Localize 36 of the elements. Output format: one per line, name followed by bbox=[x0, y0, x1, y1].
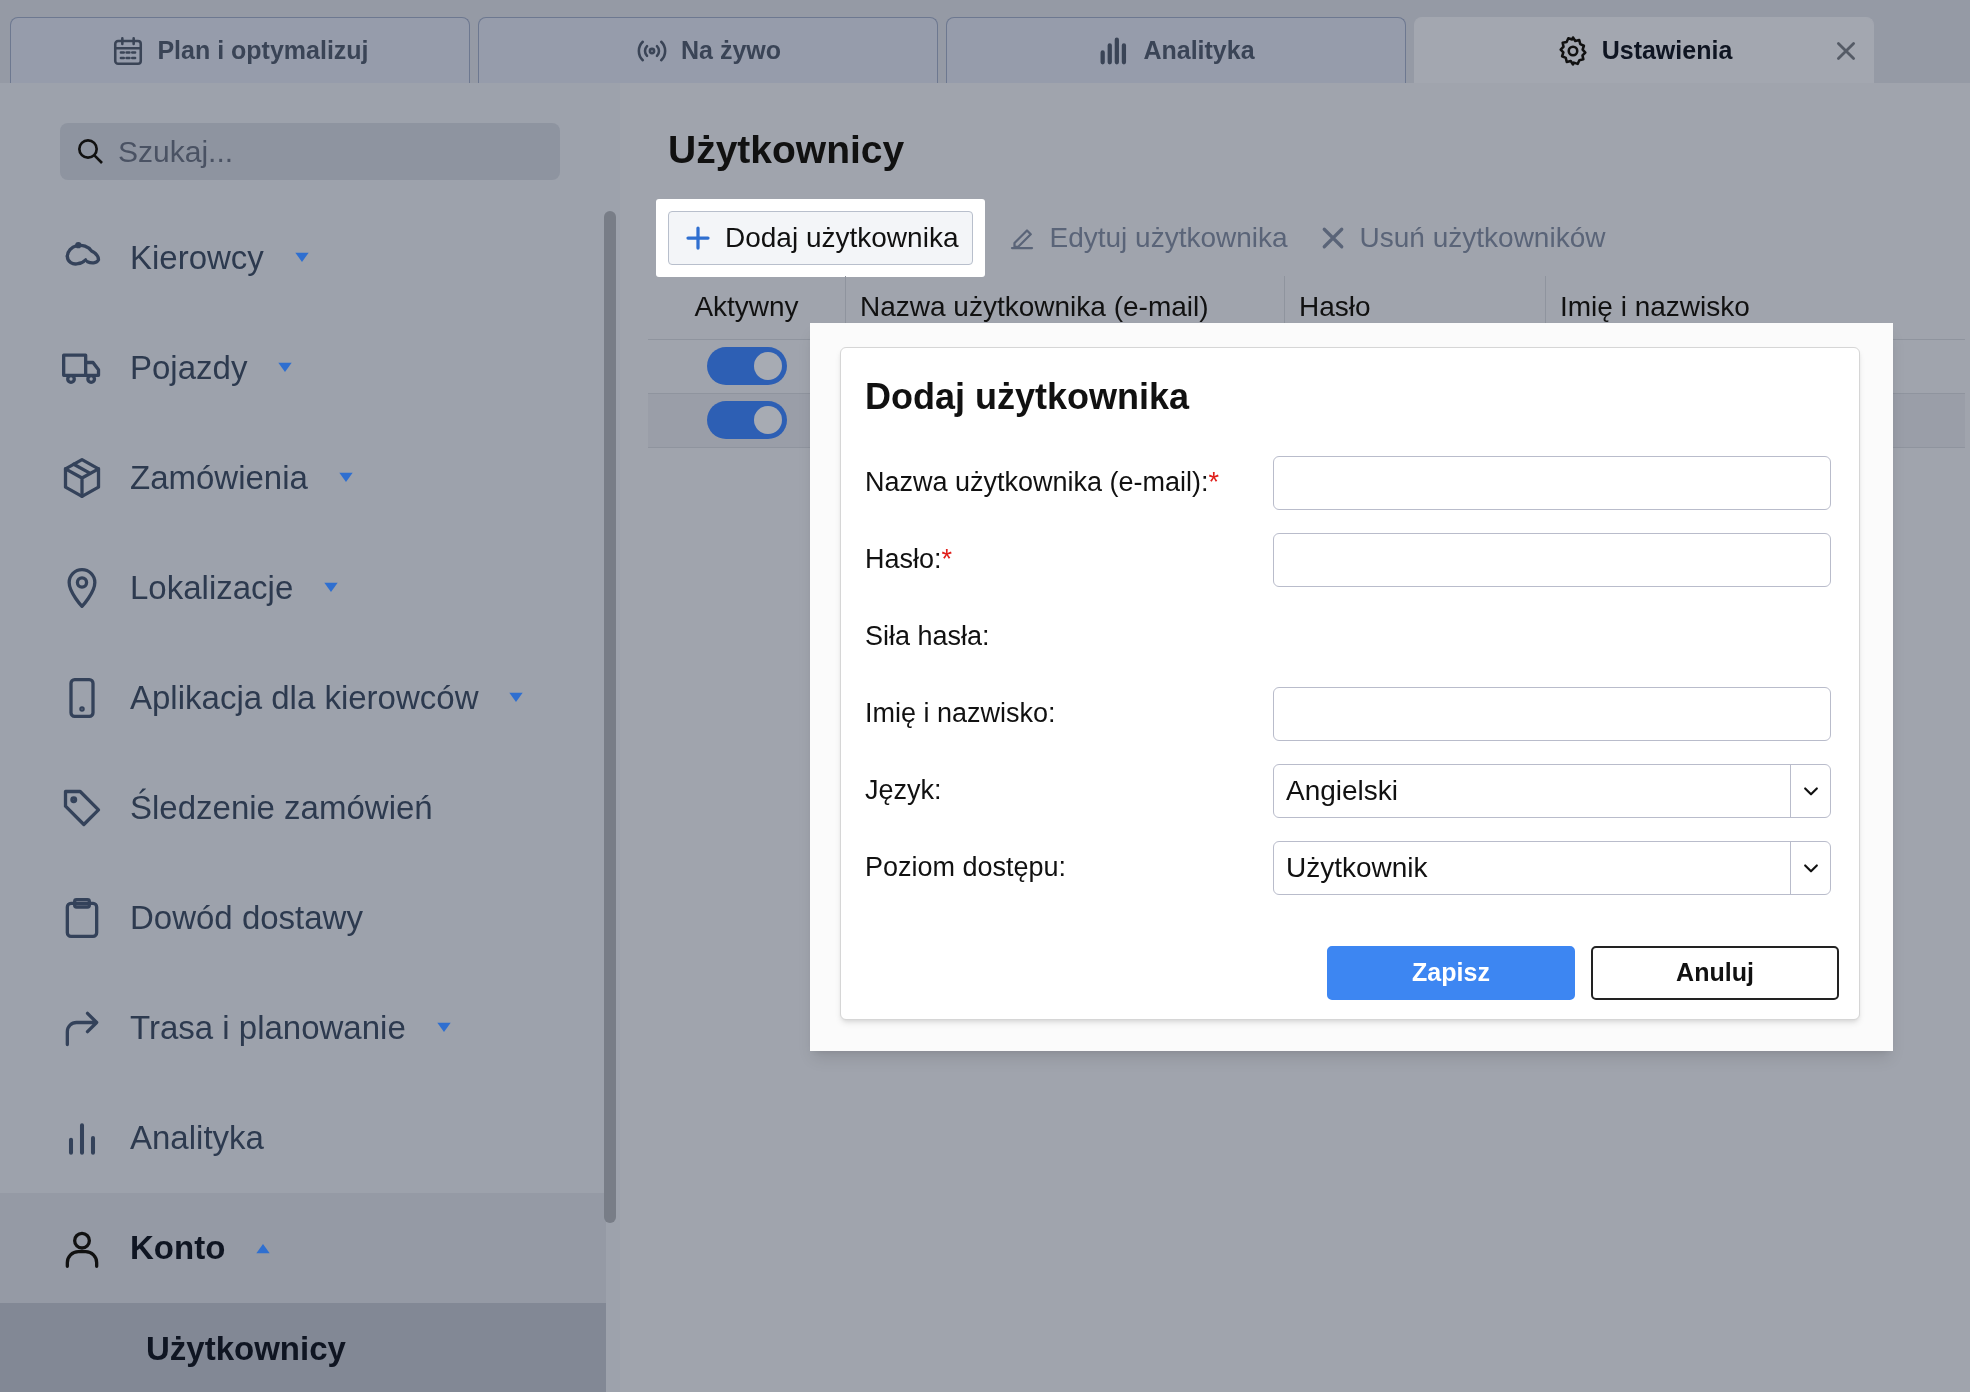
sidebar-item[interactable]: Pojazdy bbox=[0, 313, 606, 423]
field-label: Siła hasła: bbox=[864, 620, 991, 654]
sidebar-item[interactable]: Kierowcy bbox=[0, 203, 606, 313]
tab[interactable]: Analityka bbox=[946, 17, 1406, 83]
tab[interactable]: Plan i optymalizuj bbox=[10, 17, 470, 83]
input-field[interactable] bbox=[1273, 532, 1831, 587]
column-header[interactable]: Aktywny bbox=[648, 275, 845, 339]
sidebar-item[interactable]: Analityka bbox=[0, 1083, 606, 1193]
add-user-button[interactable]: Dodaj użytkownika bbox=[668, 210, 974, 265]
sidebar-subitem[interactable]: Użytkownicy bbox=[0, 1303, 606, 1392]
scrollbar[interactable] bbox=[604, 211, 616, 1223]
dropdown[interactable]: Użytkownik bbox=[1273, 840, 1831, 895]
field-label: Nazwa użytkownika (e-mail):* bbox=[864, 466, 1221, 500]
sidebar-item[interactable]: Konto bbox=[0, 1193, 606, 1303]
sidebar-item[interactable]: Dowód dostawy bbox=[0, 863, 606, 973]
sidebar-item[interactable]: Trasa i planowanie bbox=[0, 973, 606, 1083]
tab[interactable]: Ustawienia bbox=[1414, 17, 1874, 83]
cancel-button[interactable]: Anuluj bbox=[1591, 946, 1839, 1000]
save-button[interactable]: Zapisz bbox=[1327, 946, 1575, 1000]
sidebar-item[interactable]: Lokalizacje bbox=[0, 533, 606, 643]
search-field[interactable]: Szukaj... bbox=[60, 123, 560, 180]
sidebar-item[interactable]: Zamówienia bbox=[0, 423, 606, 533]
sidebar-item[interactable]: Śledzenie zamówień bbox=[0, 753, 606, 863]
field-label: Hasło:* bbox=[864, 543, 954, 577]
input-field[interactable] bbox=[1273, 455, 1831, 510]
input-field[interactable] bbox=[1273, 686, 1831, 741]
toggle-switch[interactable] bbox=[706, 401, 787, 439]
sidebar-item[interactable]: Aplikacja dla kierowców bbox=[0, 643, 606, 753]
field-label: Język: bbox=[864, 774, 943, 808]
page-title: Użytkownicy bbox=[668, 127, 906, 173]
toggle-switch[interactable] bbox=[706, 347, 787, 385]
dialog-title: Dodaj użytkownika bbox=[865, 375, 1191, 419]
field-label: Imię i nazwisko: bbox=[864, 697, 1057, 731]
dropdown[interactable]: Angielski bbox=[1273, 763, 1831, 818]
field-label: Poziom dostępu: bbox=[864, 851, 1068, 885]
tab[interactable]: Na żywo bbox=[478, 17, 938, 83]
